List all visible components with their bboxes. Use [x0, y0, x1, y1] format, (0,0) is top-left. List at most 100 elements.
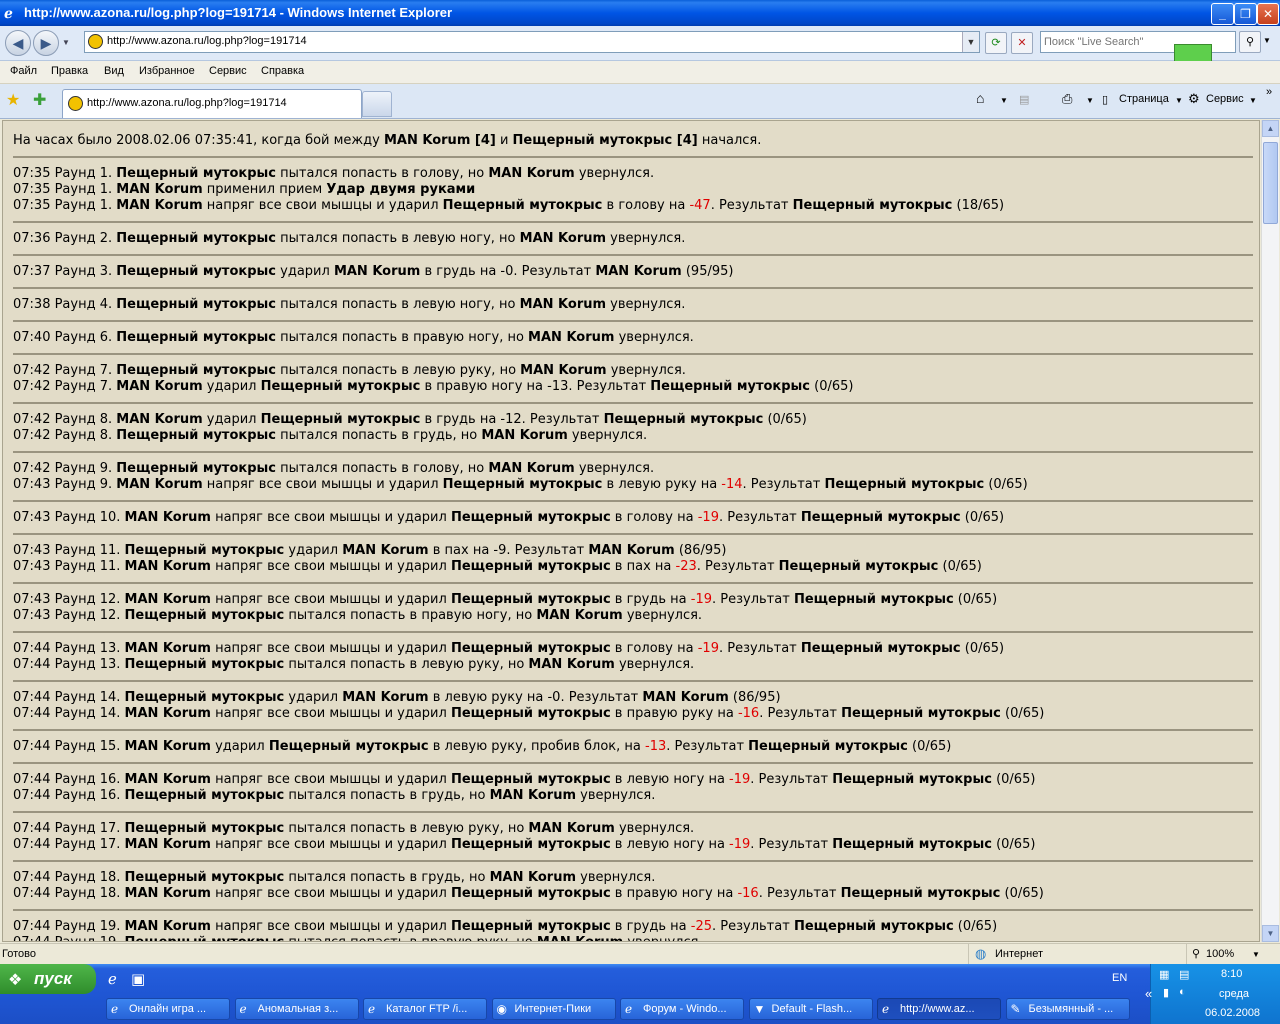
home-icon[interactable]: ⌂: [976, 90, 984, 106]
damage-value: -14: [721, 477, 743, 492]
taskbar-button[interactable]: ✎ Безымянный - ...: [1005, 998, 1130, 1020]
combatant-name: Пещерный мутокрыс: [124, 870, 285, 885]
taskbar-button[interactable]: ℯ Форум - Windo...: [620, 998, 744, 1020]
log-text: На часах было 2008.02.06 07:35:41, когда…: [13, 133, 384, 148]
scroll-down-icon[interactable]: ▼: [1262, 925, 1279, 942]
stop-button[interactable]: ✕: [1011, 32, 1033, 54]
status-text: Готово: [2, 948, 36, 960]
combatant-name: MAN Korum: [124, 706, 211, 721]
menu-favorites[interactable]: Избранное: [139, 65, 195, 77]
refresh-button[interactable]: ⟳: [985, 32, 1007, 54]
log-text: в грудь на: [610, 592, 691, 607]
tray-expand-icon[interactable]: «: [1145, 986, 1152, 1001]
vertical-scrollbar[interactable]: ▲ ▼: [1261, 120, 1279, 942]
tools-dropdown-icon[interactable]: ▼: [1249, 96, 1257, 105]
menu-tools[interactable]: Сервис: [209, 65, 247, 77]
zoom-dropdown-icon[interactable]: ▼: [1252, 950, 1260, 959]
start-button[interactable]: ❖ пуск: [0, 964, 96, 994]
zoom-panel[interactable]: ⚲ 100% ▼: [1186, 944, 1280, 965]
combatant-name: MAN Korum: [333, 264, 421, 279]
taskbar-button[interactable]: ▼ Default - Flash...: [748, 998, 873, 1020]
address-dropdown-icon[interactable]: ▼: [962, 32, 979, 52]
tab-current[interactable]: http://www.azona.ru/log.php?log=191714: [62, 89, 362, 118]
page-dropdown-icon[interactable]: ▼: [1175, 96, 1183, 105]
log-line: 07:35 Раунд 1. MAN Korum напряг все свои…: [13, 198, 1253, 214]
show-desktop-icon[interactable]: ▣: [131, 970, 145, 988]
volume-icon[interactable]: ◐: [1179, 986, 1186, 998]
add-favorite-icon[interactable]: ✚: [33, 90, 46, 110]
new-tab-button[interactable]: [362, 91, 392, 117]
combatant-name: MAN Korum: [588, 543, 675, 558]
battery-icon[interactable]: ▮: [1163, 986, 1169, 999]
log-text: 07:43 Раунд 9.: [13, 477, 117, 492]
log-text: (95/95): [681, 264, 734, 279]
log-text: увернулся.: [606, 297, 686, 312]
tools-menu[interactable]: Сервис: [1206, 93, 1244, 105]
damage-value: -19: [690, 592, 712, 607]
search-button[interactable]: ⚲: [1239, 31, 1261, 53]
log-line: 07:35 Раунд 1. MAN Korum применил прием …: [13, 182, 1253, 198]
menu-file[interactable]: Файл: [10, 65, 37, 77]
taskbar-button[interactable]: ℯ http://www.az...: [877, 998, 1001, 1020]
taskbar-button[interactable]: ℯ Аномальная з...: [234, 998, 359, 1020]
log-text: в правую ногу на -13. Результат: [420, 379, 651, 394]
round-divider: [13, 402, 1253, 404]
feeds-icon[interactable]: ▤: [1019, 93, 1029, 106]
log-line: 07:36 Раунд 2. Пещерный мутокрыс пытался…: [13, 231, 1253, 247]
back-button[interactable]: ◀: [5, 30, 31, 56]
page-menu[interactable]: Страница: [1119, 93, 1169, 105]
menu-view[interactable]: Вид: [104, 65, 124, 77]
taskbar-button[interactable]: ◉ Интернет-Пики: [491, 998, 616, 1020]
zoom-level[interactable]: 100%: [1206, 948, 1234, 960]
log-line: 07:44 Раунд 14. Пещерный мутокрыс ударил…: [13, 690, 1253, 706]
address-field[interactable]: http://www.azona.ru/log.php?log=191714 ▼: [84, 31, 980, 53]
ie-icon[interactable]: ℯ: [108, 970, 117, 988]
log-text: 07:44 Раунд 15.: [13, 739, 125, 754]
combatant-name: MAN Korum: [528, 657, 615, 672]
print-dropdown-icon[interactable]: ▼: [1086, 96, 1094, 105]
menu-help[interactable]: Справка: [261, 65, 304, 77]
combatant-name: MAN Korum: [642, 690, 729, 705]
close-button[interactable]: ✕: [1257, 3, 1279, 25]
log-line: 07:43 Раунд 12. Пещерный мутокрыс пыталс…: [13, 608, 1253, 624]
taskbar-button[interactable]: ℯ Каталог FTP /i...: [363, 998, 487, 1020]
scroll-thumb[interactable]: [1263, 142, 1278, 224]
log-text: напряг все свои мышцы и ударил: [210, 919, 451, 934]
log-text: . Результат: [758, 886, 841, 901]
combatant-name: MAN Korum: [342, 690, 429, 705]
log-text: увернулся.: [623, 935, 702, 941]
maximize-button[interactable]: ❐: [1234, 3, 1257, 25]
tray-app-icon[interactable]: ▤: [1179, 968, 1189, 981]
print-icon[interactable]: ⎙: [1062, 91, 1072, 107]
language-indicator[interactable]: EN: [1112, 972, 1127, 984]
menu-edit[interactable]: Правка: [51, 65, 88, 77]
log-text: пытался попасть в грудь, но: [276, 428, 482, 443]
network-icon[interactable]: ▦: [1159, 968, 1169, 981]
favorites-center-icon[interactable]: ★: [6, 90, 20, 110]
combatant-name: Пещерный мутокрыс: [824, 477, 985, 492]
scroll-up-icon[interactable]: ▲: [1262, 120, 1279, 137]
log-text: 07:35 Раунд 1.: [13, 182, 117, 197]
combatant-name: MAN Korum: [488, 461, 575, 476]
address-url[interactable]: http://www.azona.ru/log.php?log=191714: [107, 35, 307, 47]
taskbar-button[interactable]: ℯ Онлайн игра ...: [106, 998, 230, 1020]
log-text: напряг все свои мышцы и ударил: [210, 592, 451, 607]
log-line: 07:44 Раунд 13. Пещерный мутокрыс пыталс…: [13, 657, 1253, 673]
log-text: в голову на: [610, 510, 698, 525]
log-text: 07:44 Раунд 16.: [13, 788, 125, 803]
log-text: пытался попасть в левую ногу, но: [276, 297, 520, 312]
page-content: На часах было 2008.02.06 07:35:41, когда…: [2, 120, 1260, 942]
clock-date: 06.02.2008: [1205, 1007, 1261, 1019]
combatant-name: Пещерный мутокрыс: [124, 608, 285, 623]
minimize-button[interactable]: _: [1211, 3, 1234, 25]
search-options-icon[interactable]: ▼: [1263, 36, 1271, 45]
history-dropdown-icon[interactable]: ▼: [62, 38, 70, 47]
chevron-icon[interactable]: »: [1266, 86, 1272, 98]
forward-button[interactable]: ▶: [33, 30, 59, 56]
combatant-name: Пещерный мутокрыс: [124, 543, 285, 558]
log-text: (0/65): [960, 510, 1005, 525]
home-dropdown-icon[interactable]: ▼: [1000, 96, 1008, 105]
log-text: (0/65): [907, 739, 952, 754]
clock-time[interactable]: 8:10: [1221, 968, 1242, 980]
log-line: 07:44 Раунд 16. Пещерный мутокрыс пыталс…: [13, 788, 1253, 804]
